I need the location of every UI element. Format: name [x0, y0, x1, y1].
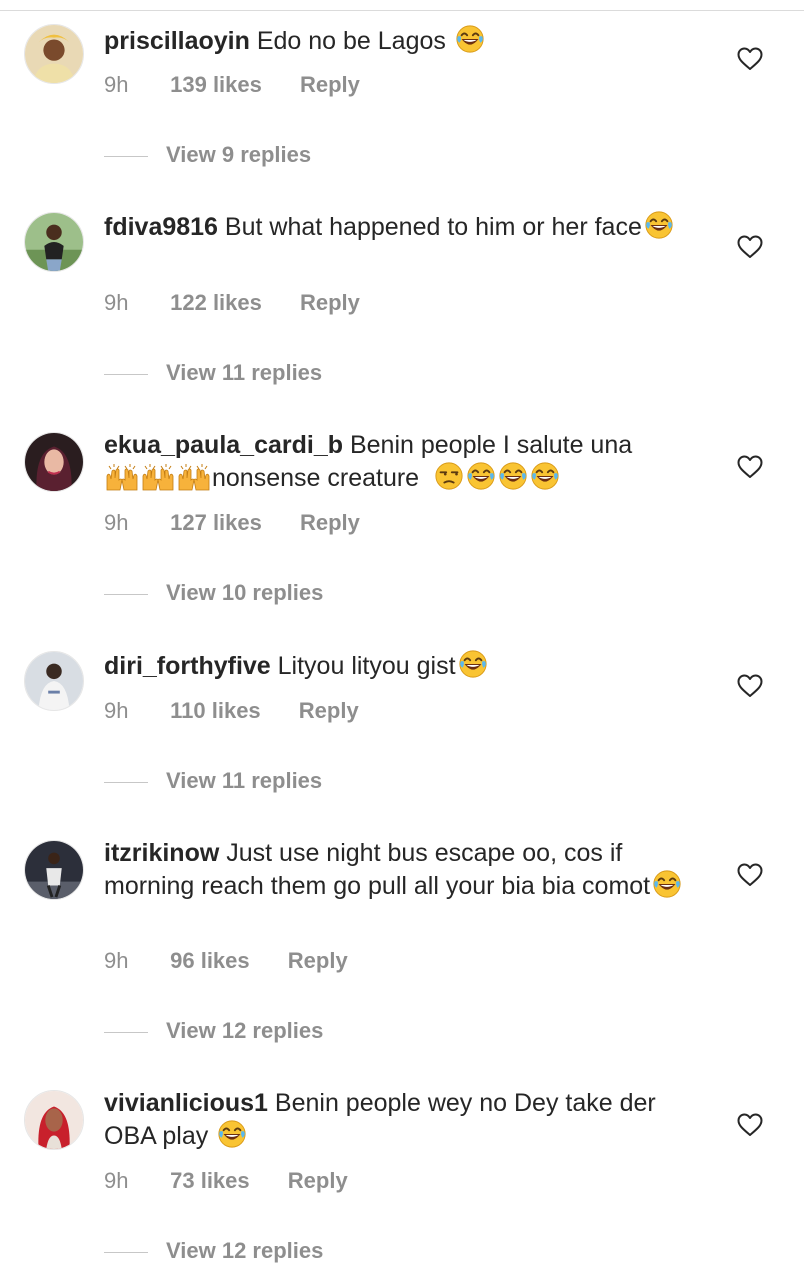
view-replies-button[interactable]: View 11 replies: [104, 360, 322, 386]
replies-divider: [104, 1031, 148, 1033]
replies-divider: [104, 593, 148, 595]
timestamp: 9h: [104, 1168, 129, 1193]
timestamp: 9h: [104, 290, 129, 315]
replies-divider: [104, 781, 148, 783]
laughing-crying-emoji: [455, 24, 485, 54]
view-replies-button[interactable]: View 9 replies: [104, 142, 311, 168]
view-replies-button[interactable]: View 12 replies: [104, 1238, 323, 1264]
raised-hands-emoji: [104, 462, 140, 492]
likes-count[interactable]: 139 likes: [170, 72, 262, 98]
avatar[interactable]: [24, 651, 84, 711]
comment-meta: 9h 110 likes Reply: [104, 698, 359, 724]
avatar[interactable]: [24, 840, 84, 900]
likes-count[interactable]: 127 likes: [170, 510, 262, 536]
heart-icon[interactable]: [737, 674, 763, 698]
comment-meta: 9h 73 likes Reply: [104, 1168, 348, 1194]
likes-count[interactable]: 110 likes: [170, 698, 261, 724]
view-replies-label: View 10 replies: [166, 580, 324, 605]
timestamp: 9h: [104, 510, 129, 535]
view-replies-button[interactable]: View 10 replies: [104, 580, 323, 606]
comment-meta: 9h 122 likes Reply: [104, 290, 360, 316]
comment-body: Edo no be Lagos: [256, 27, 446, 55]
likes-count[interactable]: 73 likes: [170, 1168, 250, 1194]
heart-icon[interactable]: [737, 47, 763, 71]
raised-hands-emoji: [176, 462, 212, 492]
likes-count[interactable]: 122 likes: [170, 290, 262, 316]
view-replies-label: View 9 replies: [166, 142, 312, 167]
reply-button[interactable]: Reply: [288, 1168, 348, 1194]
laughing-crying-emoji: [530, 461, 560, 491]
view-replies-label: View 11 replies: [166, 360, 323, 385]
avatar[interactable]: [24, 1090, 84, 1150]
view-replies-label: View 12 replies: [166, 1018, 324, 1043]
laughing-crying-emoji: [466, 461, 496, 491]
heart-icon[interactable]: [737, 863, 763, 887]
comment-text: fdiva9816 But what happened to him or he…: [104, 210, 704, 243]
view-replies-button[interactable]: View 12 replies: [104, 1018, 323, 1044]
username[interactable]: ekua_paula_cardi_b: [104, 431, 343, 459]
timestamp: 9h: [104, 72, 129, 97]
comment-text: priscillaoyin Edo no be Lagos: [104, 24, 704, 57]
username[interactable]: diri_forthyfive: [104, 652, 271, 680]
username[interactable]: itzrikinow: [104, 839, 219, 867]
view-replies-label: View 11 replies: [166, 768, 323, 793]
timestamp: 9h: [104, 948, 129, 973]
top-divider: [0, 10, 804, 11]
reply-button[interactable]: Reply: [300, 290, 360, 316]
replies-divider: [104, 373, 148, 375]
reply-button[interactable]: Reply: [288, 948, 348, 974]
reply-button[interactable]: Reply: [299, 698, 359, 724]
heart-icon[interactable]: [737, 1113, 763, 1137]
avatar[interactable]: [24, 432, 84, 492]
view-replies-button[interactable]: View 11 replies: [104, 768, 322, 794]
comment-text: ekua_paula_cardi_b Benin people I salute…: [104, 430, 704, 494]
comment-body-line2: nonsense creature: [212, 464, 420, 492]
laughing-crying-emoji: [217, 1119, 247, 1149]
reply-button[interactable]: Reply: [300, 72, 360, 98]
username[interactable]: priscillaoyin: [104, 27, 250, 55]
reply-button[interactable]: Reply: [300, 510, 360, 536]
raised-hands-emoji: [140, 462, 176, 492]
comment-meta: 9h 127 likes Reply: [104, 510, 360, 536]
comment-text: diri_forthyfive Lityou lityou gist: [104, 649, 704, 682]
timestamp: 9h: [104, 698, 129, 723]
laughing-crying-emoji: [498, 461, 528, 491]
heart-icon[interactable]: [737, 235, 763, 259]
comment-body: But what happened to him or her face: [224, 213, 642, 241]
avatar[interactable]: [24, 212, 84, 272]
laughing-crying-emoji: [644, 210, 674, 240]
replies-divider: [104, 1251, 148, 1253]
comment-text: vivianlicious1 Benin people wey no Dey t…: [104, 1088, 704, 1152]
laughing-crying-emoji: [458, 649, 488, 679]
view-replies-label: View 12 replies: [166, 1238, 324, 1263]
comment-body: Lityou lityou gist: [277, 652, 456, 680]
username[interactable]: fdiva9816: [104, 213, 218, 241]
comment-body: Benin people I salute una: [349, 431, 633, 459]
heart-icon[interactable]: [737, 455, 763, 479]
avatar[interactable]: [24, 24, 84, 84]
laughing-crying-emoji: [652, 869, 682, 899]
comment-text: itzrikinow Just use night bus escape oo,…: [104, 838, 704, 902]
comment-meta: 9h 139 likes Reply: [104, 72, 360, 98]
username[interactable]: vivianlicious1: [104, 1089, 268, 1117]
replies-divider: [104, 155, 148, 157]
likes-count[interactable]: 96 likes: [170, 948, 250, 974]
unamused-emoji: [434, 461, 464, 491]
comment-meta: 9h 96 likes Reply: [104, 948, 348, 974]
